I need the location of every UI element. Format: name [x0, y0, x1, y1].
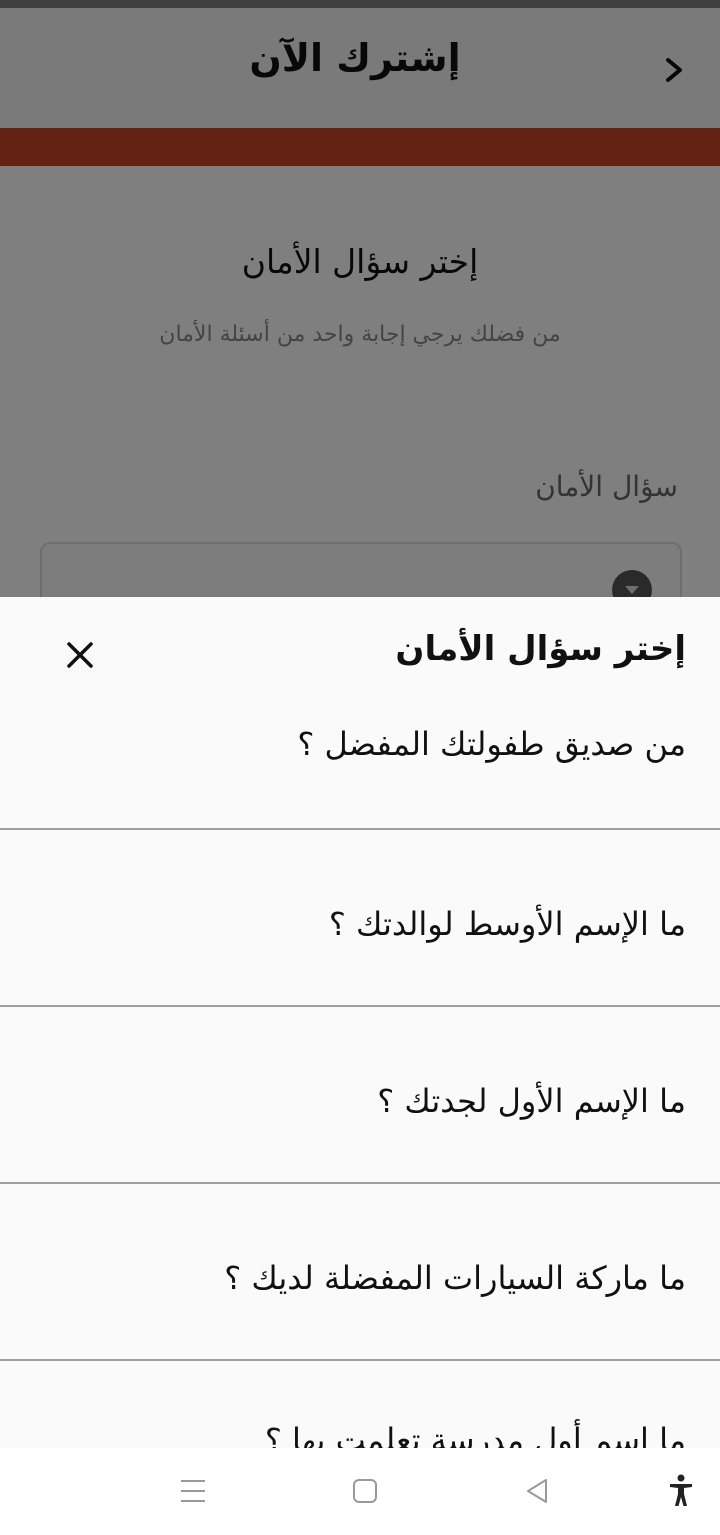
accessibility-icon [670, 1474, 692, 1506]
question-option[interactable]: ما الإسم الأول لجدتك ؟ [0, 1007, 720, 1184]
question-option-label: من صديق طفولتك المفضل ؟ [297, 725, 686, 763]
question-option[interactable]: من صديق طفولتك المفضل ؟ [0, 701, 720, 830]
question-option[interactable]: ما إسم أول مدرسة تعلمت بها ؟ [0, 1361, 720, 1448]
nav-home-button[interactable] [340, 1466, 390, 1516]
question-option-label: ما ماركة السيارات المفضلة لديك ؟ [224, 1259, 686, 1297]
menu-lines-icon [181, 1480, 205, 1502]
question-option[interactable]: ما ماركة السيارات المفضلة لديك ؟ [0, 1184, 720, 1361]
question-option-label: ما الإسم الأوسط لوالدتك ؟ [328, 905, 686, 943]
back-triangle-icon [527, 1479, 547, 1503]
close-button[interactable] [56, 631, 104, 679]
question-options-list: من صديق طفولتك المفضل ؟ ما الإسم الأوسط … [0, 701, 720, 1448]
sheet-title: إختر سؤال الأمان [395, 629, 686, 669]
system-navigation-bar [0, 1448, 720, 1535]
question-option-label: ما الإسم الأول لجدتك ؟ [377, 1082, 686, 1120]
close-icon [67, 642, 93, 668]
question-option-label: ما إسم أول مدرسة تعلمت بها ؟ [264, 1421, 686, 1448]
question-option[interactable]: ما الإسم الأوسط لوالدتك ؟ [0, 830, 720, 1007]
security-question-sheet: إختر سؤال الأمان من صديق طفولتك المفضل ؟… [0, 597, 720, 1448]
nav-back-button[interactable] [512, 1466, 562, 1516]
sheet-header: إختر سؤال الأمان [0, 597, 720, 707]
nav-menu-button[interactable] [168, 1466, 218, 1516]
accessibility-button[interactable] [656, 1466, 706, 1516]
home-square-icon [353, 1479, 377, 1503]
